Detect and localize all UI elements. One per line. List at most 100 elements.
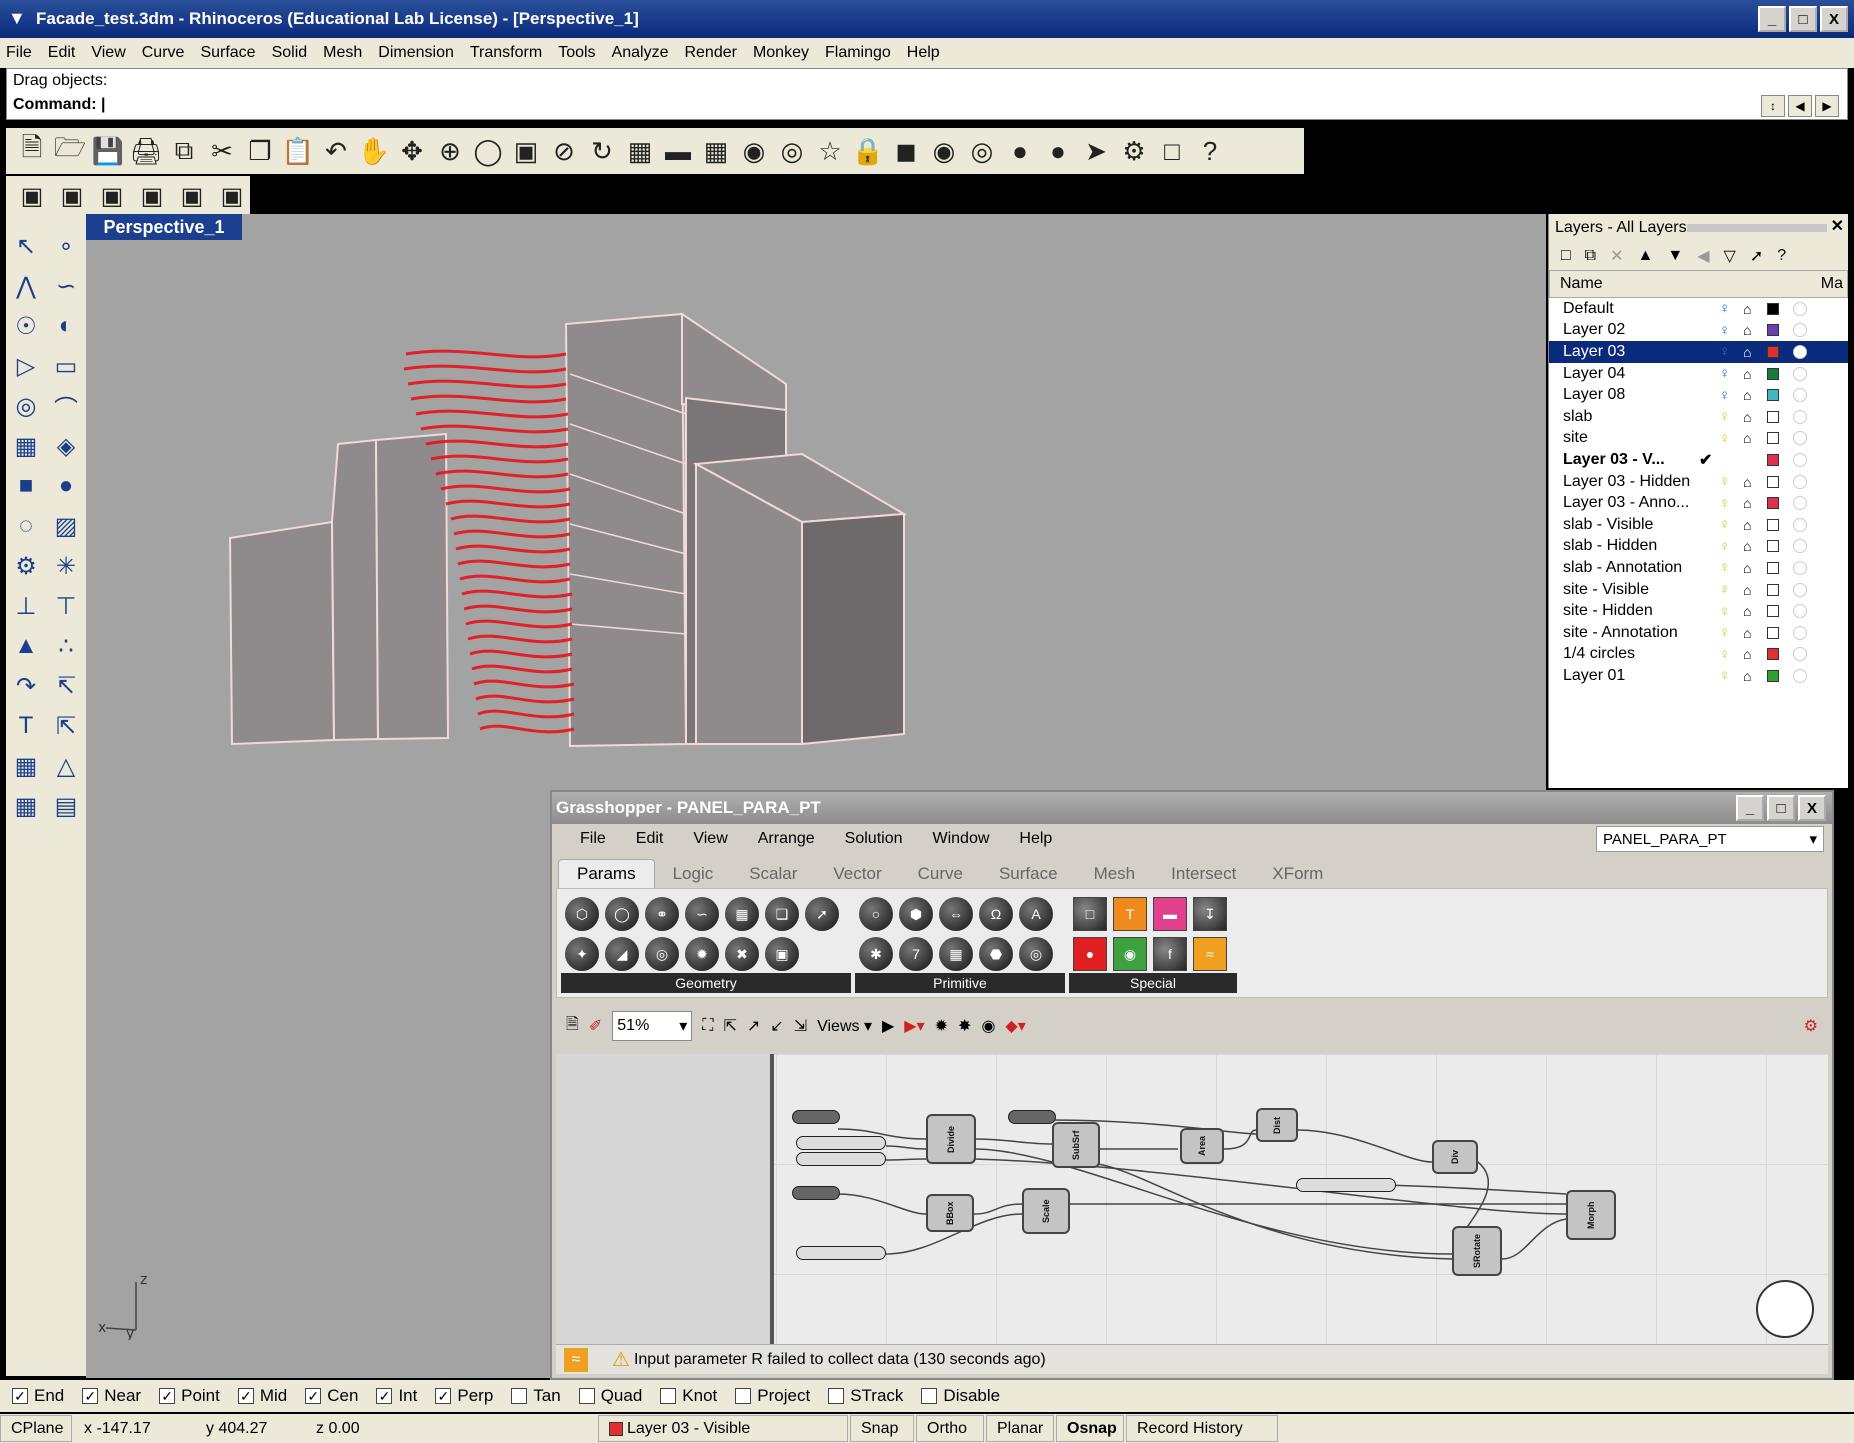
curve-param-node[interactable]	[792, 1186, 840, 1200]
rectangle-icon[interactable]: ▭	[46, 346, 86, 386]
render-icon[interactable]: ◆▾	[1005, 1016, 1025, 1036]
menu-surface[interactable]: Surface	[200, 44, 255, 62]
divide-component[interactable]: Divide	[926, 1114, 976, 1164]
time-param-icon[interactable]: 7	[899, 937, 933, 971]
osnap-toggle[interactable]: Osnap	[1056, 1415, 1124, 1442]
menu-analyze[interactable]: Analyze	[612, 44, 669, 62]
document-icon[interactable]: 🗎	[566, 1013, 579, 1040]
menu-file[interactable]: File	[6, 44, 32, 62]
osnap-knot[interactable]: Knot	[660, 1386, 717, 1406]
number-param-icon[interactable]: ⇔	[939, 897, 973, 931]
unlock-icon[interactable]: ⌂	[1743, 322, 1751, 338]
analysis-icon[interactable]: ▤	[46, 786, 86, 826]
checkbox-icon[interactable]: ✓	[237, 1388, 254, 1404]
menu-render[interactable]: Render	[684, 44, 736, 62]
unlock-icon[interactable]: ⌂	[1743, 430, 1751, 446]
material-icon[interactable]	[1793, 388, 1807, 403]
lightbulb-icon[interactable]: ♀	[1719, 387, 1730, 404]
front-view-icon[interactable]: ▣	[94, 178, 130, 214]
four-views-icon[interactable]: ▦	[622, 133, 658, 169]
nav-br-icon[interactable]: ⇲	[794, 1016, 807, 1036]
material-icon[interactable]	[1793, 301, 1807, 316]
help-icon[interactable]: ?	[1192, 133, 1228, 169]
text-icon[interactable]: T	[6, 706, 46, 746]
layer-row[interactable]: Layer 04 ♀ ⌂	[1549, 363, 1848, 385]
layer-row[interactable]: site - Visible ♀ ⌂	[1549, 579, 1848, 601]
osnap-int[interactable]: ✓ Int	[376, 1386, 417, 1406]
lightbulb-icon[interactable]: ♀	[1719, 646, 1730, 663]
unlock-icon[interactable]: ⌂	[1743, 409, 1751, 425]
lock-icon[interactable]: 🔒	[850, 133, 886, 169]
lightbulb-icon[interactable]: ♀	[1719, 473, 1730, 490]
lightbulb-icon[interactable]: ♀	[1719, 624, 1730, 641]
light-icon[interactable]: ☆	[812, 133, 848, 169]
osnap-cen[interactable]: ✓ Cen	[305, 1386, 358, 1406]
osnap-disable[interactable]: Disable	[921, 1386, 1000, 1406]
explode-icon[interactable]: ✸	[958, 1016, 971, 1036]
arc-param-icon[interactable]: ⚭	[645, 897, 679, 931]
lightbulb-icon[interactable]: ♀	[1719, 667, 1730, 684]
string-param-icon[interactable]: A	[1019, 897, 1053, 931]
sphere-icon[interactable]: ●	[46, 466, 86, 506]
material-icon[interactable]	[1793, 344, 1807, 359]
material-icon[interactable]	[1793, 560, 1807, 575]
new-layer-icon[interactable]: □	[1561, 247, 1571, 265]
layer-color-swatch[interactable]	[1767, 475, 1779, 488]
help-icon[interactable]: ?	[1777, 247, 1786, 265]
unlock-icon[interactable]: ⌂	[1743, 301, 1751, 317]
lightbulb-icon[interactable]: ♀	[1719, 538, 1730, 555]
right-view-icon[interactable]: ▣	[134, 178, 170, 214]
material-icon[interactable]	[1793, 539, 1807, 554]
layer-row[interactable]: 1/4 circles ♀ ⌂	[1549, 644, 1848, 666]
unlock-icon[interactable]: ⌂	[1743, 538, 1751, 554]
join-icon[interactable]: ⊤	[46, 586, 86, 626]
layer-color-swatch[interactable]	[1767, 540, 1779, 553]
button-icon[interactable]: ●	[1073, 937, 1107, 971]
save-icon[interactable]: 💾	[90, 133, 126, 169]
select-icon[interactable]: □	[1154, 133, 1190, 169]
move-icon[interactable]: ✥	[394, 133, 430, 169]
osnap-perp[interactable]: ✓ Perp	[435, 1386, 493, 1406]
material-icon[interactable]	[1793, 409, 1807, 424]
domain-param-icon[interactable]: Ω	[979, 897, 1013, 931]
layer-row[interactable]: Layer 03 - Anno... ♀ ⌂	[1549, 492, 1848, 514]
layer-row[interactable]: site ♀ ⌂	[1549, 428, 1848, 450]
layer-color-swatch[interactable]	[1767, 389, 1779, 402]
select-icon[interactable]: ↖	[6, 226, 46, 266]
snap-toggle[interactable]: Snap	[850, 1415, 914, 1442]
slider-icon[interactable]: ▬	[1153, 897, 1187, 931]
script-icon[interactable]: ⚙	[1804, 1016, 1818, 1036]
layer-row[interactable]: Layer 08 ♀ ⌂	[1549, 384, 1848, 406]
checkbox-icon[interactable]	[511, 1388, 528, 1404]
tab-logic[interactable]: Logic	[655, 860, 732, 888]
move-out-icon[interactable]: ◀	[1697, 246, 1709, 266]
offset-icon[interactable]: ↸	[46, 666, 86, 706]
delete-layer-icon[interactable]: ✕	[1610, 246, 1623, 266]
import-icon[interactable]: ↧	[1193, 897, 1227, 931]
material-icon[interactable]	[1793, 452, 1807, 467]
color-wheel-icon[interactable]: ◉	[926, 133, 962, 169]
lightbulb-icon[interactable]: ♀	[1719, 365, 1730, 382]
maximize-button[interactable]: □	[1789, 6, 1817, 32]
gh-menu-help[interactable]: Help	[1019, 830, 1052, 848]
slider-node[interactable]	[796, 1246, 886, 1260]
close-button[interactable]: X	[1820, 6, 1848, 32]
menu-monkey[interactable]: Monkey	[753, 44, 809, 62]
layer-color-swatch[interactable]	[1767, 367, 1779, 380]
osnap-icon[interactable]: ◉	[736, 133, 772, 169]
surface-param-icon[interactable]: ▦	[725, 897, 759, 931]
gh-minimize-button[interactable]: _	[1736, 795, 1764, 821]
block-icon[interactable]: ▦	[6, 786, 46, 826]
brep-param-icon[interactable]: ❏	[765, 897, 799, 931]
solid-edit-icon[interactable]: ▲	[6, 626, 46, 666]
integer-param-icon[interactable]: ⬢	[899, 897, 933, 931]
sphere-wire-icon[interactable]: ●	[1002, 133, 1038, 169]
swatch-icon[interactable]: ◉	[1113, 937, 1147, 971]
group-icon[interactable]: ▦	[6, 746, 46, 786]
material-icon[interactable]	[1793, 323, 1807, 338]
morph-component[interactable]: Morph	[1566, 1190, 1616, 1240]
material-icon[interactable]	[1793, 604, 1807, 619]
paste-icon[interactable]: 📋	[280, 133, 316, 169]
zoom-extents-icon[interactable]: ⛶	[702, 1017, 713, 1035]
column-material-header[interactable]: Ma	[1821, 275, 1843, 293]
